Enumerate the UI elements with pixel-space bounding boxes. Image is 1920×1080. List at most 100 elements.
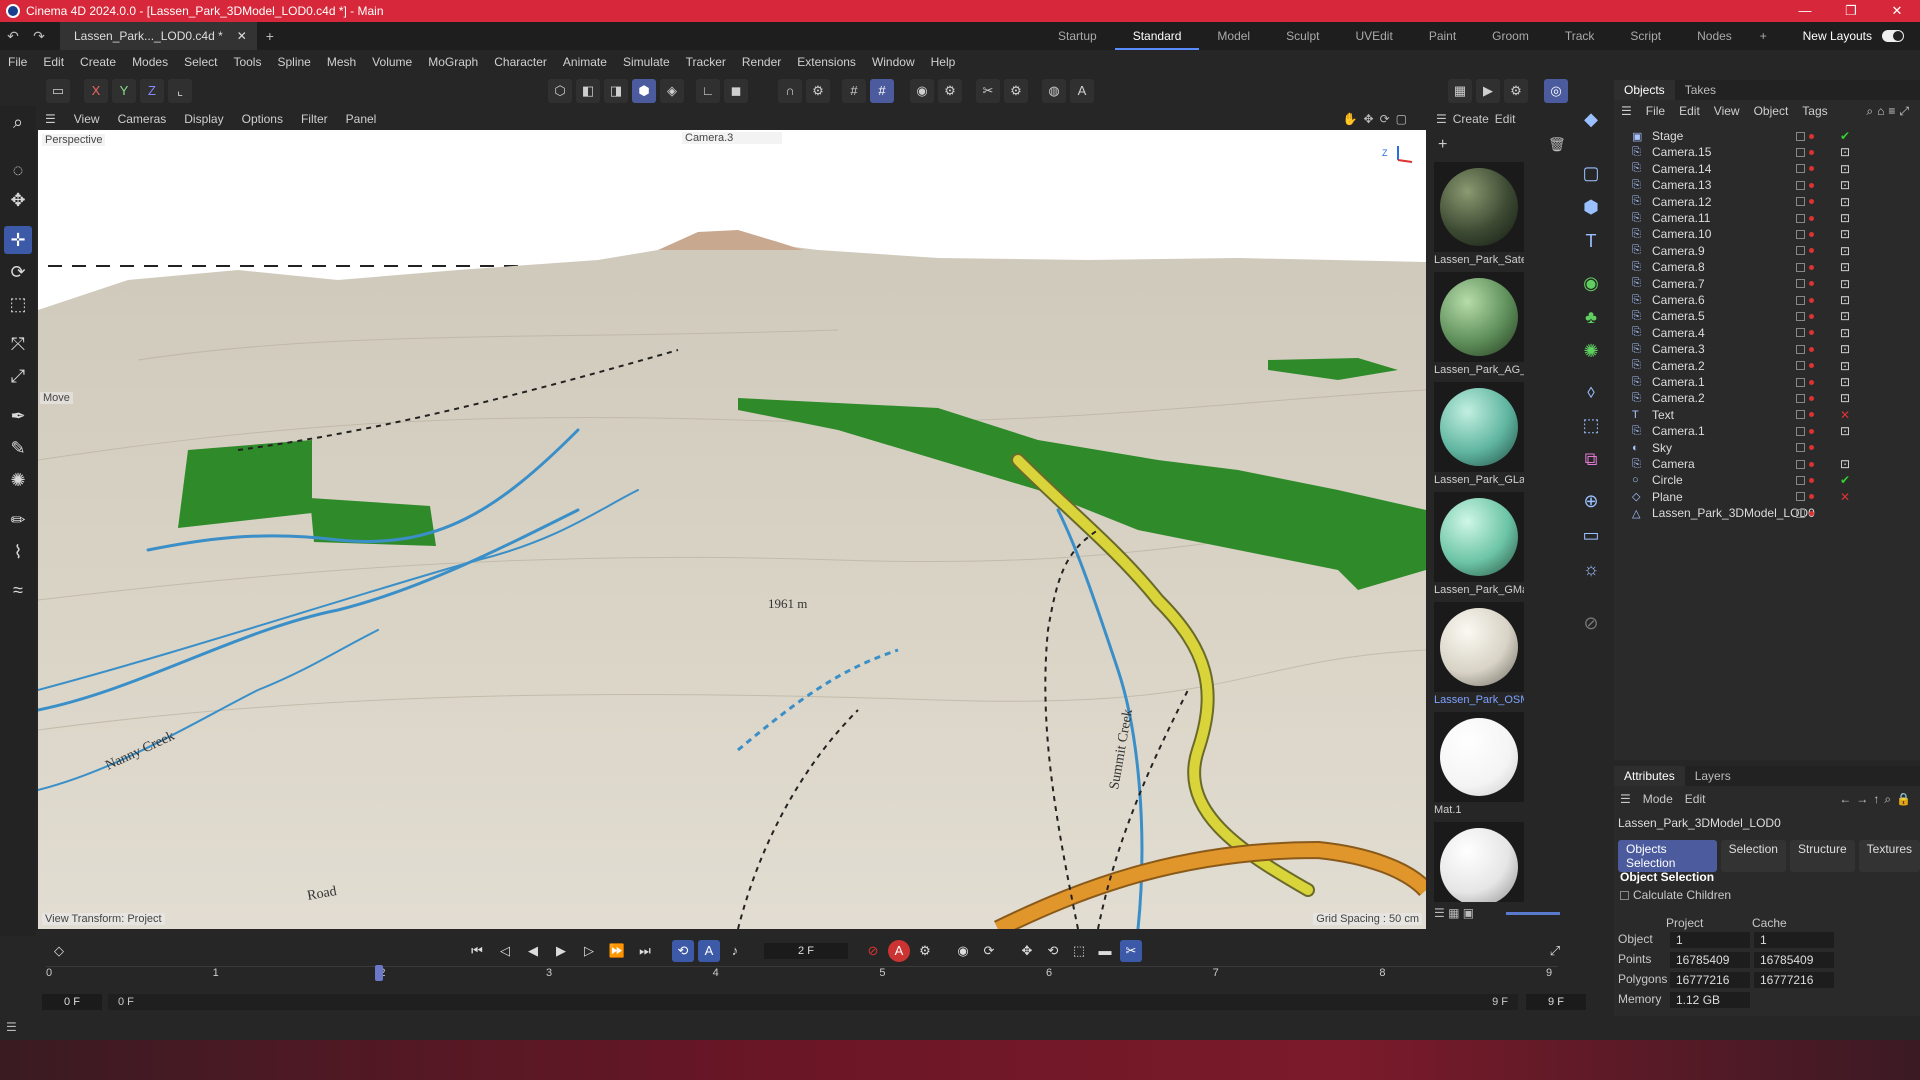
object-tag-icon[interactable]: ⊡ (1840, 211, 1850, 225)
object-tag-icon[interactable]: ⊡ (1840, 359, 1850, 373)
3d-viewport[interactable]: Summit Creek Nanny Creek Road 1961 m Z P… (38, 130, 1426, 929)
go-to-start-icon[interactable]: ⏮ (466, 940, 488, 962)
move-tool-icon[interactable]: ✛ (4, 226, 32, 254)
layout-tab[interactable]: Paint (1411, 22, 1474, 50)
object-tag-icon[interactable]: ⊡ (1840, 342, 1850, 356)
key-settings-icon[interactable]: ⚙ (914, 940, 936, 962)
material-swatch[interactable]: Lassen_Park_GLan (1434, 382, 1524, 492)
menu-character[interactable]: Character (486, 55, 555, 69)
visibility-dot[interactable] (1809, 231, 1814, 237)
visibility-dot[interactable] (1809, 445, 1814, 451)
next-frame-icon[interactable]: ▷ (578, 940, 600, 962)
attributes-menu-mode[interactable]: Mode (1643, 792, 1673, 806)
object-tag-icon[interactable]: ⊡ (1840, 162, 1850, 176)
object-row[interactable]: △ Lassen_Park_3DModel_LOD0 (1614, 503, 1920, 523)
visibility-dot[interactable] (1809, 346, 1814, 352)
visibility-dot[interactable] (1809, 264, 1814, 270)
new-tab-icon[interactable]: + (257, 28, 283, 44)
key-pla-icon[interactable]: ⬚ (1068, 940, 1090, 962)
menu-create[interactable]: Create (72, 55, 124, 69)
layer-checkbox[interactable] (1796, 213, 1805, 223)
layout-tab[interactable]: Model (1199, 22, 1268, 50)
calculate-children-row[interactable]: Calculate Children (1620, 888, 1731, 902)
tab-takes[interactable]: Takes (1675, 80, 1726, 100)
objects-menu-file[interactable]: File (1639, 104, 1672, 118)
mograph-icon[interactable]: ⧉ (1576, 444, 1606, 474)
layer-checkbox[interactable] (1796, 492, 1805, 502)
layer-checkbox[interactable] (1796, 393, 1805, 403)
menu-simulate[interactable]: Simulate (615, 55, 678, 69)
render-active-icon[interactable]: ▶ (1476, 79, 1500, 103)
close-button[interactable]: ✕ (1874, 0, 1920, 22)
material-swatch[interactable] (1434, 822, 1524, 902)
next-key-icon[interactable]: ⏩ (606, 940, 628, 962)
coordinate-system-icon[interactable]: ⌞ (168, 79, 192, 103)
object-tag-icon[interactable]: ⊡ (1840, 424, 1850, 438)
material-swatch[interactable]: Lassen_Park_Satel (1434, 162, 1524, 272)
text-tool-icon[interactable]: T (1576, 226, 1606, 256)
field-icon[interactable]: ⬚ (1576, 410, 1606, 440)
visibility-dot[interactable] (1809, 166, 1814, 172)
document-tab[interactable]: Lassen_Park..._LOD0.c4d * ✕ (60, 22, 257, 50)
layer-checkbox[interactable] (1796, 328, 1805, 338)
record-icon[interactable]: ⊘ (862, 940, 884, 962)
new-layouts-toggle[interactable] (1882, 30, 1904, 42)
object-tag-icon[interactable]: ⊡ (1840, 244, 1850, 258)
add-material-icon[interactable]: + (1438, 136, 1447, 154)
scale-tool-icon[interactable]: ⬚ (4, 290, 32, 318)
layout-tab[interactable]: Sculpt (1268, 22, 1337, 50)
render-picture-icon[interactable]: ▦ (1448, 79, 1472, 103)
visibility-dot[interactable] (1809, 330, 1814, 336)
object-tag-icon[interactable]: ✔ (1840, 129, 1850, 143)
edges-mode-icon[interactable]: ◧ (576, 79, 600, 103)
modeling-tools-icon[interactable]: ✂ (976, 79, 1000, 103)
axis-mode-icon[interactable]: ∟ (696, 79, 720, 103)
knife-tool-icon[interactable]: ⌇ (4, 538, 32, 566)
visibility-dot[interactable] (1809, 395, 1814, 401)
layout-tab[interactable]: Groom (1474, 22, 1547, 50)
object-tag-icon[interactable]: ⊡ (1840, 195, 1850, 209)
status-hamburger-icon[interactable]: ☰ (6, 1020, 17, 1034)
render-settings-icon[interactable]: ⚙ (1504, 79, 1528, 103)
viewport-camera-label[interactable]: Camera.3 (682, 132, 782, 144)
rotate-tool-icon[interactable]: ⟳ (4, 258, 32, 286)
layer-checkbox[interactable] (1796, 131, 1805, 141)
object-tag-icon[interactable]: ⊡ (1840, 375, 1850, 389)
points-mode-icon[interactable]: ⬡ (548, 79, 572, 103)
menu-edit[interactable]: Edit (35, 55, 72, 69)
prev-key-icon[interactable]: ◁ (494, 940, 516, 962)
menu-mesh[interactable]: Mesh (319, 55, 364, 69)
visibility-dot[interactable] (1809, 281, 1814, 287)
layer-checkbox[interactable] (1796, 361, 1805, 371)
key-scale-icon[interactable]: ✥ (1016, 940, 1038, 962)
autokey-icon[interactable]: A (888, 940, 910, 962)
prev-frame-icon[interactable]: ◀ (522, 940, 544, 962)
menu-tracker[interactable]: Tracker (678, 55, 734, 69)
layer-checkbox[interactable] (1796, 262, 1805, 272)
material-zoom-slider[interactable] (1506, 912, 1560, 915)
layer-checkbox[interactable] (1796, 459, 1805, 469)
layer-checkbox[interactable] (1796, 197, 1805, 207)
objects-menu-object[interactable]: Object (1747, 104, 1796, 118)
redo-icon[interactable]: ↷ (26, 28, 52, 45)
cube-icon[interactable]: ◆ (1576, 104, 1606, 134)
viewport-menu-filter[interactable]: Filter (292, 112, 337, 126)
select-tool-icon[interactable]: ◌ (4, 156, 32, 184)
sel-tab-objects-selection[interactable]: Objects Selection (1618, 840, 1717, 872)
material-view-icons[interactable]: ☰ ▦ ▣ (1434, 906, 1474, 920)
layer-checkbox[interactable] (1796, 508, 1805, 518)
pen-tool-icon[interactable]: ⊘ (1576, 608, 1606, 638)
menu-render[interactable]: Render (734, 55, 789, 69)
object-tag-icon[interactable]: ✔ (1840, 473, 1850, 487)
layout-tab[interactable]: Track (1547, 22, 1613, 50)
light-icon[interactable]: ☼ (1576, 554, 1606, 584)
spline-rectangle-icon[interactable]: ▢ (1576, 158, 1606, 188)
tab-objects[interactable]: Objects (1614, 80, 1675, 100)
timeline-ruler[interactable]: 0123456789 (46, 965, 1558, 988)
go-to-end-icon[interactable]: ⏭ (634, 940, 656, 962)
layer-checkbox[interactable] (1796, 426, 1805, 436)
keyframe-diamond-icon[interactable]: ◇ (48, 940, 70, 962)
model-mode-icon[interactable]: ⬢ (632, 79, 656, 103)
menu-animate[interactable]: Animate (555, 55, 615, 69)
sel-tab-structure[interactable]: Structure (1789, 840, 1855, 872)
